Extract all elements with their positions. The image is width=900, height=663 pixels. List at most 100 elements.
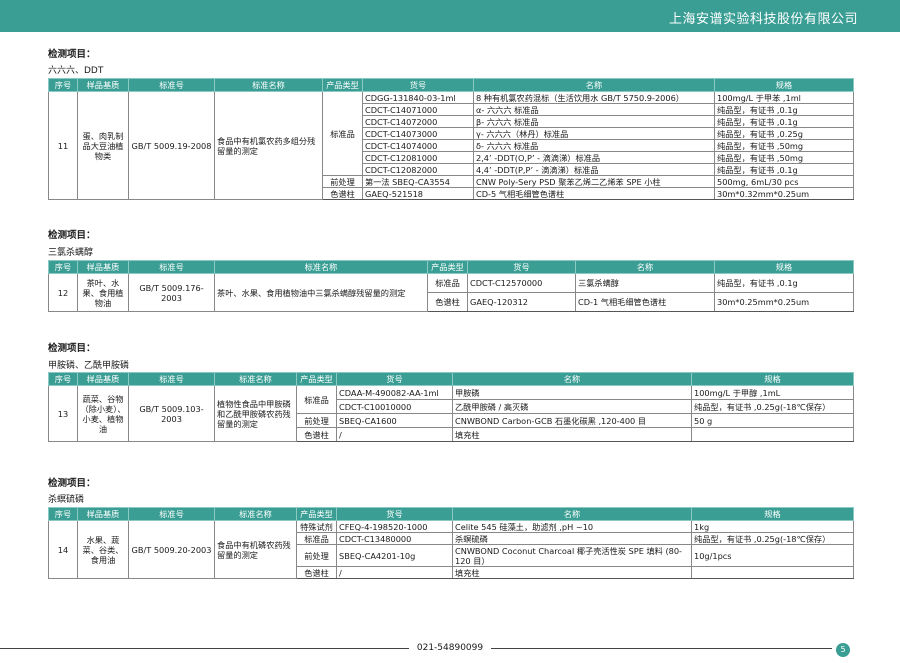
- row-spec: 纯品型，有证书 ,0.1g: [714, 115, 854, 128]
- col-standard-no: 标准号: [128, 372, 215, 386]
- col-name: 名称: [575, 260, 715, 274]
- col-spec: 规格: [691, 507, 854, 521]
- row-spec: [691, 427, 854, 442]
- row-spec: 30m*0.25mm*0.25um: [714, 292, 854, 312]
- table-header: 序号 样品基质 标准号 标准名称 产品类型 货号 名称 规格: [48, 507, 854, 521]
- col-type: 产品类型: [296, 372, 337, 386]
- col-standard-no: 标准号: [128, 78, 215, 92]
- table-row: 11 蛋、肉乳制品大豆油植物类 GB/T 5009.19-2008 食品中有机氯…: [48, 91, 854, 200]
- row-spec: 100mg/L 于甲苯 ,1ml: [714, 91, 854, 104]
- page-number: 5: [836, 643, 850, 657]
- col-no: 序号: [48, 372, 78, 386]
- product-table: 序号 样品基质 标准号 标准名称 产品类型 货号 名称 规格 12 茶叶、水果、…: [48, 260, 854, 312]
- row-name: CNWBOND Carbon-GCB 石墨化碳黑 ,120-400 目: [452, 413, 692, 428]
- section-subtitle: 杀螟硫磷: [48, 495, 85, 505]
- col-code: 货号: [362, 78, 474, 92]
- col-no: 序号: [48, 260, 78, 274]
- col-matrix: 样品基质: [77, 372, 129, 386]
- row-name: 三氯杀螨醇: [575, 273, 715, 293]
- row-no: 11: [48, 91, 78, 200]
- row-name: CNWBOND Coconut Charcoal 椰子壳活性炭 SPE 填料 (…: [452, 544, 692, 567]
- company-name: 上海安谱实验科技股份有限公司: [668, 12, 858, 27]
- row-type: 标准品: [296, 532, 337, 545]
- row-matrix: 蛋、肉乳制品大豆油植物类: [77, 91, 129, 200]
- row-name: α- 六六六 标准品: [473, 103, 715, 116]
- row-code: CDCT-C12082000: [362, 163, 474, 176]
- col-standard-name: 标准名称: [214, 260, 428, 274]
- row-standard-name: 食品中有机氯农药多组分残留量的测定: [214, 91, 323, 200]
- product-table: 序号 样品基质 标准号 标准名称 产品类型 货号 名称 规格 13 蔬菜、谷物（…: [48, 372, 854, 442]
- row-code: CDCT-C14073000: [362, 127, 474, 140]
- row-code: CDCT-C14074000: [362, 139, 474, 152]
- row-type: 色谱柱: [296, 566, 337, 579]
- row-spec: 纯品型，有证书 ,0.1g: [714, 103, 854, 116]
- row-type: 色谱柱: [296, 427, 337, 442]
- row-type: 色谱柱: [427, 292, 468, 312]
- row-matrix: 水果、蔬菜、谷类、食用油: [77, 520, 129, 579]
- col-spec: 规格: [714, 78, 854, 92]
- row-type: 色谱柱: [322, 187, 363, 200]
- row-type: 前处理: [322, 175, 363, 188]
- row-standard-no: GB/T 5009.176-2003: [128, 273, 215, 312]
- col-name: 名称: [473, 78, 715, 92]
- row-name: 填充柱: [452, 566, 692, 579]
- col-standard-no: 标准号: [128, 507, 215, 521]
- row-type: 标准品: [296, 385, 337, 414]
- col-name: 名称: [452, 507, 692, 521]
- section-subtitle: 甲胺磷、乙酰甲胺磷: [48, 361, 130, 371]
- row-name: 甲胺磷: [452, 385, 692, 400]
- col-code: 货号: [336, 507, 453, 521]
- row-code: CFEQ-4-198520-1000: [336, 520, 453, 533]
- row-code: CDCT-C10010000: [336, 399, 453, 414]
- row-name: β- 六六六 标准品: [473, 115, 715, 128]
- table-header: 序号 样品基质 标准号 标准名称 产品类型 货号 名称 规格: [48, 260, 854, 274]
- col-standard-name: 标准名称: [214, 78, 323, 92]
- product-table: 序号 样品基质 标准号 标准名称 产品类型 货号 名称 规格 11 蛋、肉乳制品…: [48, 78, 854, 200]
- table-header: 序号 样品基质 标准号 标准名称 产品类型 货号 名称 规格: [48, 78, 854, 92]
- row-code: SBEQ-CA1600: [336, 413, 453, 428]
- footer-phone: 021-54890099: [0, 643, 900, 653]
- row-spec: 纯品型，有证书 ,0.1g: [714, 163, 854, 176]
- header-bar: 上海安谱实验科技股份有限公司: [0, 0, 900, 32]
- section-title: 检测项目：: [48, 230, 96, 241]
- row-code: CDCT-C14071000: [362, 103, 474, 116]
- row-no: 12: [48, 273, 78, 312]
- row-code: CDCT-C13480000: [336, 532, 453, 545]
- row-code: /: [336, 427, 453, 442]
- row-name: CNW Poly-Sery PSD 聚苯乙烯二乙烯苯 SPE 小柱: [473, 175, 715, 188]
- row-spec: 10g/1pcs: [691, 544, 854, 567]
- row-spec: 纯品型，有证书 ,0.25g(-18℃保存）: [691, 532, 854, 545]
- row-code: 第一法 SBEQ-CA3554: [362, 175, 474, 188]
- col-standard-name: 标准名称: [214, 507, 297, 521]
- row-standard-name: 植物性食品中甲胺磷和乙酰甲胺磷农药残留量的测定: [214, 385, 297, 442]
- table-header: 序号 样品基质 标准号 标准名称 产品类型 货号 名称 规格: [48, 372, 854, 386]
- row-name: 乙酰甲胺磷 / 高灭磷: [452, 399, 692, 414]
- row-spec: 1kg: [691, 520, 854, 533]
- table-row: 14 水果、蔬菜、谷类、食用油 GB/T 5009.20-2003 食品中有机磷…: [48, 520, 854, 579]
- row-code: CDGG-131840-03-1ml: [362, 91, 474, 104]
- col-spec: 规格: [691, 372, 854, 386]
- row-standard-no: GB/T 5009.19-2008: [128, 91, 215, 200]
- table-row: 12 茶叶、水果、食用植物油 GB/T 5009.176-2003 茶叶、水果、…: [48, 273, 854, 312]
- row-spec: 100mg/L 于甲醇 ,1mL: [691, 385, 854, 400]
- col-code: 货号: [467, 260, 576, 274]
- row-standard-name: 食品中有机磷农药残留量的测定: [214, 520, 297, 579]
- row-name: 2,4’ -DDT(O,P’ - 滴滴涕）标准品: [473, 151, 715, 164]
- product-table: 序号 样品基质 标准号 标准名称 产品类型 货号 名称 规格 14 水果、蔬菜、…: [48, 507, 854, 579]
- row-spec: 纯品型，有证书 ,50mg: [714, 151, 854, 164]
- row-type: 标准品: [427, 273, 468, 293]
- col-no: 序号: [48, 507, 78, 521]
- col-name: 名称: [452, 372, 692, 386]
- col-type: 产品类型: [296, 507, 337, 521]
- row-spec: 50 g: [691, 413, 854, 428]
- row-type: 特殊试剂: [296, 520, 337, 533]
- row-spec: 纯品型，有证书 ,0.25g(-18℃保存）: [691, 399, 854, 414]
- row-type: 前处理: [296, 413, 337, 428]
- row-name: 8 种有机氯农药混标（生活饮用水 GB/T 5750.9-2006）: [473, 91, 715, 104]
- row-standard-name: 茶叶、水果、食用植物油中三氯杀螨醇残留量的测定: [214, 273, 428, 312]
- row-matrix: 茶叶、水果、食用植物油: [77, 273, 129, 312]
- row-no: 14: [48, 520, 78, 579]
- col-matrix: 样品基质: [77, 507, 129, 521]
- row-name: δ- 六六六 标准品: [473, 139, 715, 152]
- col-code: 货号: [336, 372, 453, 386]
